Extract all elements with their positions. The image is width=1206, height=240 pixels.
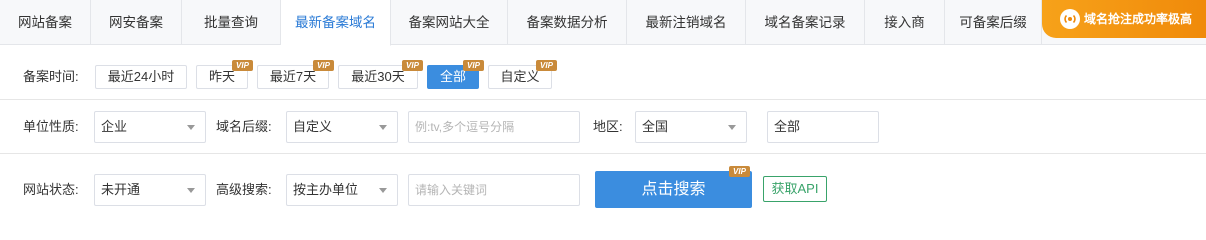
vip-badge: VIP (729, 166, 750, 177)
advanced-search-value: 按主办单位 (293, 182, 359, 197)
advanced-search-select[interactable]: 按主办单位 (286, 174, 398, 206)
tab-latest-filed-domains[interactable]: 最新备案域名 (281, 0, 391, 46)
keyword-input[interactable]: 请输入关键词 (408, 174, 580, 206)
filter-row-1: 单位性质: 企业 域名后缀: 自定义 例:tv,多个逗号分隔 地区: 全国 全部 (0, 101, 1206, 154)
suffix-label: 域名后缀: (216, 119, 272, 134)
search-button[interactable]: 点击搜索 VIP (595, 166, 752, 208)
time-option-label: 最近24小时 (107, 69, 175, 84)
time-option-all[interactable]: 全部 VIP (427, 60, 484, 89)
tab-website-filing[interactable]: 网站备案 (0, 0, 91, 45)
site-status-label: 网站状态: (23, 182, 79, 197)
unit-type-label: 单位性质: (23, 119, 79, 134)
chevron-down-icon (187, 125, 195, 130)
suffix-value: 自定义 (293, 119, 333, 134)
time-option-30days[interactable]: 最近30天 VIP (338, 60, 423, 89)
time-filter-row: 备案时间: 最近24小时 昨天 VIP 最近7天 VIP 最近30天 VIP 全部 VI… (0, 45, 1206, 100)
suffix-select[interactable]: 自定义 (286, 111, 398, 143)
site-status-select[interactable]: 未开通 (94, 174, 206, 206)
tab-batch-query[interactable]: 批量查询 (182, 0, 281, 45)
signal-icon (1060, 9, 1080, 29)
time-option-24h[interactable]: 最近24小时 (95, 65, 187, 89)
tab-bar: 网站备案 网安备案 批量查询 最新备案域名 备案网站大全 备案数据分析 最新注销… (0, 0, 1206, 46)
vip-badge: VIP (313, 60, 334, 71)
time-option-label: 全部 (439, 69, 466, 84)
vip-badge: VIP (463, 60, 484, 71)
chevron-down-icon (728, 125, 736, 130)
time-option-7days[interactable]: 最近7天 VIP (257, 60, 334, 89)
time-option-label: 最近30天 (351, 69, 405, 84)
region-label: 地区: (593, 119, 623, 134)
site-status-value: 未开通 (101, 182, 141, 197)
region-select[interactable]: 全国 (635, 111, 747, 143)
unit-type-value: 企业 (101, 119, 128, 134)
get-api-button[interactable]: 获取API (763, 176, 827, 202)
advanced-search-label: 高级搜索: (216, 182, 272, 197)
search-button-label: 点击搜索 (641, 181, 706, 198)
tab-fileable-suffixes[interactable]: 可备案后缀 (945, 0, 1042, 45)
tab-filing-data-analysis[interactable]: 备案数据分析 (508, 0, 627, 45)
tab-domain-filing-records[interactable]: 域名备案记录 (746, 0, 865, 45)
tab-public-security-filing[interactable]: 网安备案 (91, 0, 182, 45)
unit-type-select[interactable]: 企业 (94, 111, 206, 143)
tab-access-providers[interactable]: 接入商 (865, 0, 945, 45)
time-option-yesterday[interactable]: 昨天 VIP (196, 60, 253, 89)
vip-badge: VIP (536, 60, 557, 71)
sub-region-select[interactable]: 全部 (767, 111, 879, 143)
time-filter-label: 备案时间: (23, 69, 79, 84)
time-option-label: 昨天 (208, 69, 235, 84)
tab-filed-sites-directory[interactable]: 备案网站大全 (391, 0, 508, 45)
sub-region-value: 全部 (774, 119, 801, 134)
promo-banner[interactable]: 域名抢注成功率极高 (1042, 0, 1206, 38)
time-option-label: 自定义 (500, 69, 540, 84)
filter-row-2: 网站状态: 未开通 高级搜索: 按主办单位 请输入关键词 点击搜索 VIP 获取… (0, 155, 1206, 223)
chevron-down-icon (379, 125, 387, 130)
time-option-custom[interactable]: 自定义 VIP (488, 60, 557, 89)
promo-label: 域名抢注成功率极高 (1084, 12, 1193, 26)
vip-badge: VIP (232, 60, 253, 71)
chevron-down-icon (379, 188, 387, 193)
tab-latest-cancelled-domains[interactable]: 最新注销域名 (627, 0, 746, 45)
vip-badge: VIP (402, 60, 423, 71)
suffix-input[interactable]: 例:tv,多个逗号分隔 (408, 111, 580, 143)
chevron-down-icon (187, 188, 195, 193)
region-value: 全国 (642, 119, 669, 134)
time-option-label: 最近7天 (269, 69, 317, 84)
